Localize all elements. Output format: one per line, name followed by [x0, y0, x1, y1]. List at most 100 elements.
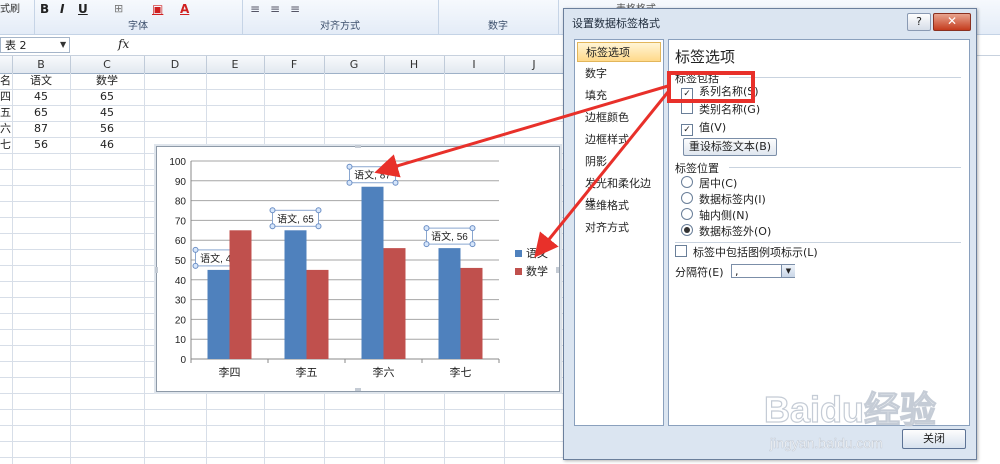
table-cell[interactable]: 46	[70, 137, 144, 153]
position-inside-end-radio[interactable]: 数据标签内(I)	[681, 192, 766, 208]
fill-color-icon[interactable]: ▣	[152, 2, 163, 16]
y-tick-label: 40	[175, 276, 187, 287]
category-name-checkbox[interactable]: 类别名称(G)	[681, 102, 760, 118]
resize-handle-right[interactable]	[556, 267, 559, 273]
selection-handle	[423, 241, 430, 248]
underline-button[interactable]: U	[78, 2, 88, 16]
table-cell[interactable]: 65	[12, 105, 70, 121]
nav-item-border-color[interactable]: 边框颜色	[577, 108, 661, 128]
align-center-icon[interactable]: ≡	[270, 2, 280, 16]
table-header-cell[interactable]: 名	[0, 73, 12, 89]
column-header-d[interactable]: D	[144, 56, 207, 73]
position-outside-end-radio[interactable]: 数据标签外(O)	[681, 224, 771, 240]
highlight-box	[667, 71, 755, 103]
align-left-icon[interactable]: ≡	[250, 2, 260, 16]
table-cell[interactable]: 45	[12, 89, 70, 105]
y-tick-label: 100	[169, 157, 186, 168]
legend-label: 数学	[526, 264, 548, 278]
x-tick-label: 李四	[219, 365, 241, 379]
selection-handle	[315, 223, 322, 230]
x-tick-label: 李五	[296, 365, 318, 379]
nav-item-shadow[interactable]: 阴影	[577, 152, 661, 172]
nav-item-number[interactable]: 数字	[577, 64, 661, 84]
close-icon[interactable]: ✕	[933, 13, 971, 31]
nav-item-3d-format[interactable]: 三维格式	[577, 196, 661, 216]
row-line	[0, 457, 570, 458]
nav-item-label-options[interactable]: 标签选项	[577, 42, 661, 62]
radio-icon[interactable]	[681, 176, 693, 188]
table-cell[interactable]: 七	[0, 137, 12, 153]
table-cell[interactable]: 56	[70, 121, 144, 137]
table-cell[interactable]: 87	[12, 121, 70, 137]
font-color-icon[interactable]: A	[180, 2, 189, 16]
italic-button[interactable]: I	[60, 2, 64, 16]
data-label: 语文, 65	[277, 212, 314, 225]
bold-button[interactable]: B	[40, 2, 49, 16]
radio-icon[interactable]	[681, 192, 693, 204]
column-header-j[interactable]: J	[504, 56, 565, 73]
table-cell[interactable]: 五	[0, 105, 12, 121]
data-label: 语文, 56	[431, 230, 468, 243]
column-header-c[interactable]: C	[70, 56, 145, 73]
row-line	[0, 425, 570, 426]
column-header-h[interactable]: H	[384, 56, 445, 73]
table-header-cell[interactable]: 语文	[12, 73, 70, 89]
table-cell[interactable]: 56	[12, 137, 70, 153]
radio-icon[interactable]	[681, 208, 693, 220]
column-header-e[interactable]: E	[206, 56, 265, 73]
resize-handle-top[interactable]	[355, 145, 361, 148]
value-checkbox[interactable]: ✓ 值(V)	[681, 120, 726, 136]
x-tick-label: 李七	[450, 365, 472, 379]
legend-swatch	[515, 268, 522, 275]
checkbox-checked-icon[interactable]: ✓	[681, 124, 693, 136]
baidu-watermark: Baidu经验 jingyan.baidu.com	[763, 388, 936, 451]
table-cell[interactable]: 45	[70, 105, 144, 121]
checkbox-icon[interactable]	[675, 245, 687, 257]
border-icon[interactable]: ⊞	[114, 2, 123, 15]
column-header-g[interactable]: G	[324, 56, 385, 73]
chevron-down-icon[interactable]: ▼	[781, 265, 795, 277]
selection-handle	[269, 223, 276, 230]
font-group-label: 字体	[128, 21, 148, 32]
legend-key-label: 标签中包括图例项标示(L)	[693, 246, 818, 259]
checkbox-icon[interactable]	[681, 102, 693, 114]
separator-label: 分隔符(E)	[675, 266, 724, 279]
nav-item-glow[interactable]: 发光和柔化边缘	[577, 174, 661, 210]
align-right-icon[interactable]: ≡	[290, 2, 300, 16]
resize-handle-bottom[interactable]	[355, 388, 361, 391]
y-tick-label: 30	[175, 296, 187, 307]
value-label: 值(V)	[699, 121, 727, 134]
bar	[284, 230, 307, 359]
nav-item-border-style[interactable]: 边框样式	[577, 130, 661, 150]
format-painter-button[interactable]: 式刷	[0, 0, 20, 15]
position-inside-base-radio[interactable]: 轴内侧(N)	[681, 208, 749, 224]
table-cell[interactable]: 65	[70, 89, 144, 105]
table-cell[interactable]: 六	[0, 121, 12, 137]
table-header-cell[interactable]: 数学	[70, 73, 144, 89]
position-center-radio[interactable]: 居中(C)	[681, 176, 737, 192]
column-header-b[interactable]: B	[12, 56, 71, 73]
chart-area[interactable]: 0 10 20 30 40 50 60 70 80 90 100 语文, 45 李四 语文, 65 李五 语文…	[155, 145, 560, 392]
help-button[interactable]: ?	[907, 13, 931, 31]
bar	[207, 269, 230, 359]
column-header-f[interactable]: F	[264, 56, 325, 73]
selection-handle	[469, 225, 476, 232]
bar	[306, 269, 329, 359]
fx-icon[interactable]: fx	[118, 37, 129, 51]
legend-label: 语文	[526, 246, 548, 260]
dialog-title: 设置数据标签格式	[572, 17, 660, 30]
legend-key-checkbox[interactable]: 标签中包括图例项标示(L)	[675, 245, 818, 261]
resize-handle-left[interactable]	[155, 267, 158, 273]
divider	[729, 77, 961, 78]
divider	[675, 242, 961, 243]
reset-label-text-button[interactable]: 重设标签文本(B)	[683, 138, 777, 156]
chevron-down-icon[interactable]: ▼	[60, 40, 66, 49]
table-cell[interactable]: 四	[0, 89, 12, 105]
data-label: 语文, 87	[354, 169, 391, 182]
column-header-i[interactable]: I	[444, 56, 505, 73]
selection-handle	[469, 241, 476, 248]
radio-selected-icon[interactable]	[681, 224, 693, 236]
x-tick-label: 李六	[373, 365, 395, 379]
nav-item-fill[interactable]: 填充	[577, 86, 661, 106]
nav-item-alignment[interactable]: 对齐方式	[577, 218, 661, 238]
